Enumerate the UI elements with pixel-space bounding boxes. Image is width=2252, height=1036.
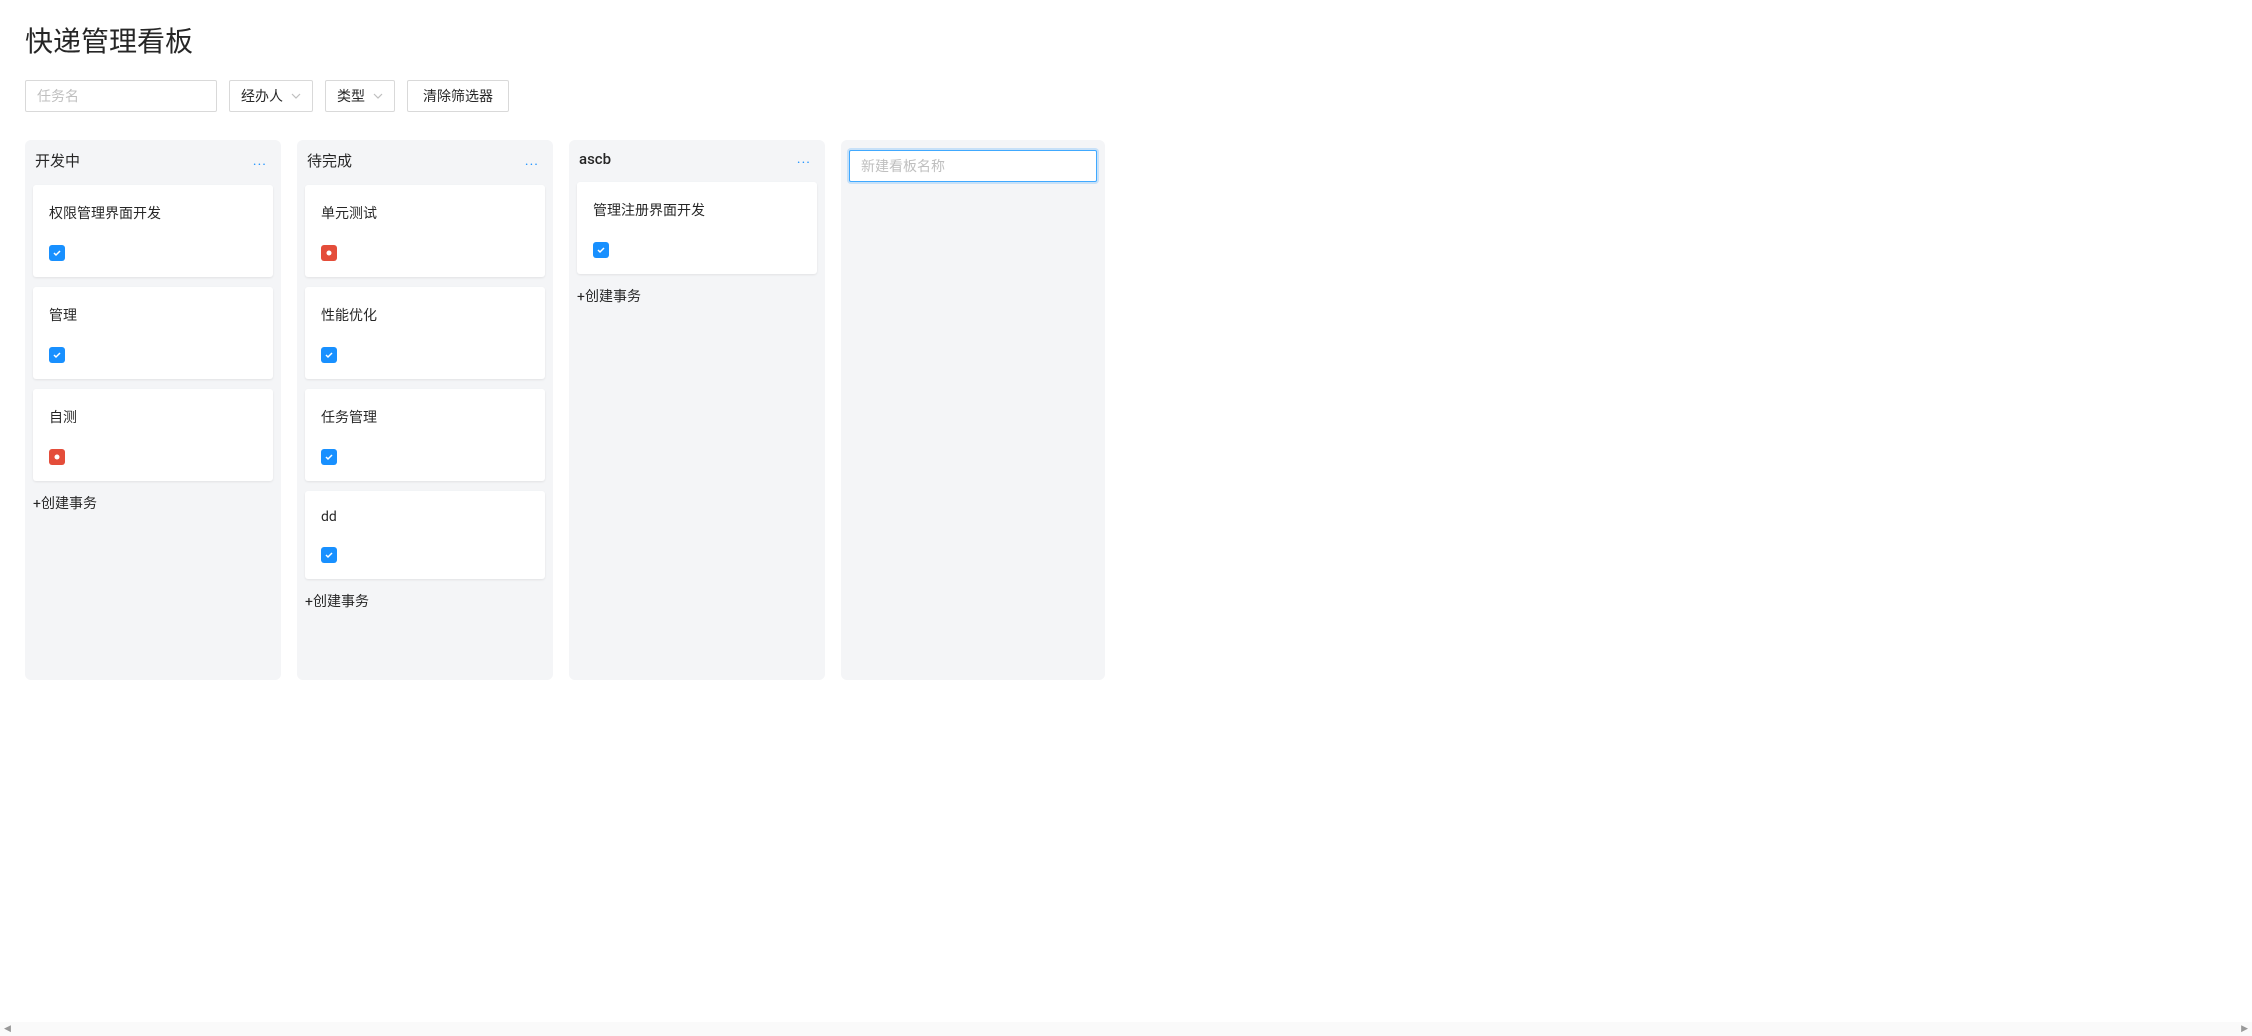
column-title: 开发中 <box>35 150 80 171</box>
task-type-icon <box>321 347 337 363</box>
task-type-icon <box>321 245 337 261</box>
board-column: 开发中 ... 权限管理界面开发 管理 自测 <box>25 140 281 680</box>
board-column: 待完成 ... 单元测试 性能优化 任务管理 <box>297 140 553 680</box>
column-more-button[interactable]: ... <box>793 151 815 167</box>
filter-bar: 经办人 类型 清除筛选器 <box>25 80 2227 112</box>
task-card[interactable]: 管理 <box>33 287 273 379</box>
column-header: 待完成 ... <box>297 140 553 177</box>
task-type-icon <box>49 449 65 465</box>
new-column <box>841 140 1105 680</box>
chevron-down-icon <box>373 91 383 102</box>
column-header: 开发中 ... <box>25 140 281 177</box>
clear-filters-button[interactable]: 清除筛选器 <box>407 80 509 112</box>
task-title: 管理 <box>49 305 257 325</box>
task-type-icon <box>49 245 65 261</box>
type-select-label: 类型 <box>337 86 365 106</box>
column-title: 待完成 <box>307 150 352 171</box>
add-task-button[interactable]: +创建事务 <box>569 274 825 318</box>
task-name-input[interactable] <box>25 80 217 112</box>
chevron-down-icon <box>291 91 301 102</box>
task-title: 单元测试 <box>321 203 529 223</box>
board-container: 开发中 ... 权限管理界面开发 管理 自测 <box>25 140 2227 690</box>
add-task-button[interactable]: +创建事务 <box>25 481 281 525</box>
column-header: ascb ... <box>569 140 825 174</box>
task-list: 管理注册界面开发 <box>569 174 825 274</box>
assignee-select[interactable]: 经办人 <box>229 80 313 112</box>
column-title: ascb <box>579 150 611 168</box>
task-card[interactable]: 管理注册界面开发 <box>577 182 817 274</box>
task-title: 性能优化 <box>321 305 529 325</box>
column-more-button[interactable]: ... <box>521 153 543 169</box>
scroll-right-arrow-icon[interactable]: ▶ <box>2241 1024 2248 1034</box>
task-type-icon <box>593 242 609 258</box>
task-card[interactable]: 权限管理界面开发 <box>33 185 273 277</box>
task-title: dd <box>321 509 529 525</box>
task-type-icon <box>321 449 337 465</box>
task-card[interactable]: 自测 <box>33 389 273 481</box>
task-title: 权限管理界面开发 <box>49 203 257 223</box>
task-card[interactable]: 单元测试 <box>305 185 545 277</box>
assignee-select-label: 经办人 <box>241 86 283 106</box>
board-column: ascb ... 管理注册界面开发 +创建事务 <box>569 140 825 680</box>
type-select[interactable]: 类型 <box>325 80 395 112</box>
task-list: 权限管理界面开发 管理 自测 <box>25 177 281 481</box>
scroll-left-arrow-icon[interactable]: ◀ <box>4 1024 11 1034</box>
task-card[interactable]: 任务管理 <box>305 389 545 481</box>
column-more-button[interactable]: ... <box>249 153 271 169</box>
task-type-icon <box>321 547 337 563</box>
task-type-icon <box>49 347 65 363</box>
task-title: 自测 <box>49 407 257 427</box>
page-title: 快递管理看板 <box>25 20 2227 60</box>
new-column-name-input[interactable] <box>849 150 1097 182</box>
task-card[interactable]: 性能优化 <box>305 287 545 379</box>
task-title: 任务管理 <box>321 407 529 427</box>
task-list: 单元测试 性能优化 任务管理 dd <box>297 177 553 579</box>
task-card[interactable]: dd <box>305 491 545 579</box>
add-task-button[interactable]: +创建事务 <box>297 579 553 623</box>
task-title: 管理注册界面开发 <box>593 200 801 220</box>
horizontal-scrollbar[interactable]: ◀ ▶ <box>0 1022 2252 1036</box>
clear-filters-label: 清除筛选器 <box>423 86 493 106</box>
